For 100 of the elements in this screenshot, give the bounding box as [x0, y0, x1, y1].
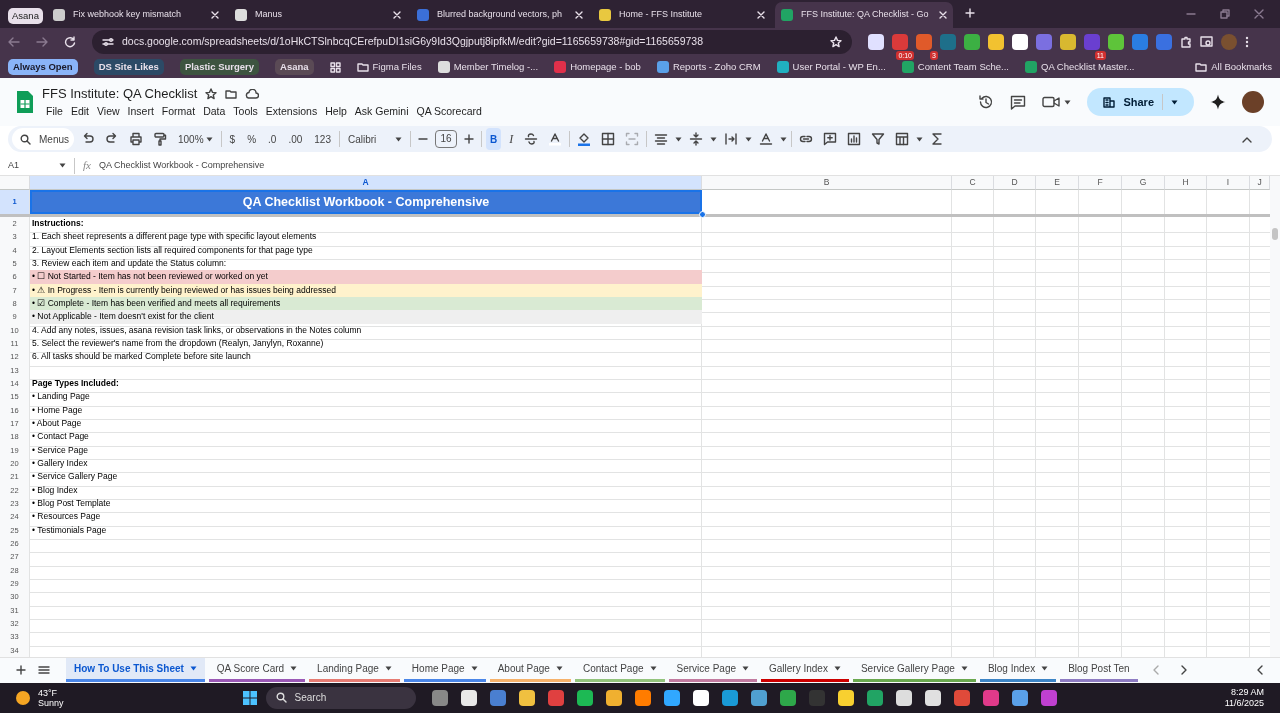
clock-time[interactable]: 8:29 AM	[1230, 686, 1264, 698]
browser-tab[interactable]: FFS Institute: QA Checklist - Go	[774, 2, 953, 28]
caret-icon[interactable]	[1064, 99, 1072, 105]
scroll-right-icon[interactable]	[1179, 665, 1188, 676]
document-title[interactable]: FFS Institute: QA Checklist	[42, 84, 198, 104]
tab-group-chip[interactable]: Asana	[8, 7, 43, 24]
bookmark-group[interactable]: Asana	[275, 58, 314, 76]
number-format-button[interactable]: 123	[310, 128, 335, 150]
redo-icon[interactable]	[105, 132, 119, 146]
caret-icon[interactable]	[780, 136, 788, 142]
sun-icon[interactable]	[16, 690, 30, 705]
sheets-logo-icon[interactable]	[16, 90, 34, 114]
caret-icon[interactable]	[916, 136, 924, 142]
app-icon[interactable]	[895, 689, 912, 706]
side-panel-icon[interactable]	[1256, 665, 1264, 676]
scrollbar-thumb[interactable]	[1272, 228, 1278, 240]
fill-color-icon[interactable]	[577, 132, 592, 146]
chart-icon[interactable]	[847, 132, 862, 146]
bookmark-link[interactable]: User Portal - WP En...	[792, 59, 886, 75]
app-icon[interactable]	[837, 689, 854, 706]
add-comment-icon[interactable]	[823, 132, 838, 146]
font-dropdown[interactable]: Calibri	[344, 128, 406, 150]
app-icon[interactable]	[605, 689, 622, 706]
font-size-field[interactable]: 16	[435, 130, 457, 148]
italic-button[interactable]: I	[505, 128, 518, 150]
menu-item[interactable]: View	[93, 103, 124, 120]
clock-date[interactable]: 11/6/2025	[1224, 697, 1264, 709]
all-bookmarks-link[interactable]: All Bookmarks	[1211, 59, 1272, 75]
site-settings-icon[interactable]	[102, 36, 114, 48]
app-icon[interactable]	[692, 689, 709, 706]
app-icon[interactable]	[663, 689, 680, 706]
caret-icon[interactable]	[745, 136, 753, 142]
collapse-icon[interactable]	[1242, 135, 1252, 143]
caret-icon[interactable]	[470, 666, 478, 672]
paint-format-icon[interactable]	[153, 132, 167, 146]
app-icon[interactable]	[518, 689, 535, 706]
back-arrow-icon[interactable]	[8, 36, 20, 48]
caret-icon[interactable]	[205, 136, 213, 142]
menu-item[interactable]: Help	[321, 103, 351, 120]
caret-icon[interactable]	[710, 136, 718, 142]
profile-avatar[interactable]	[1242, 91, 1264, 113]
windows-logo-icon[interactable]	[241, 689, 258, 706]
menu-item[interactable]: Edit	[66, 103, 93, 120]
star-icon[interactable]	[205, 88, 218, 101]
plus-icon[interactable]	[464, 134, 474, 144]
vertical-align-icon[interactable]	[689, 132, 704, 146]
bookmark-link[interactable]: Member Timelog -...	[453, 59, 539, 75]
caret-icon[interactable]	[290, 666, 298, 672]
borders-icon[interactable]	[601, 132, 616, 146]
restore-icon[interactable]	[1220, 9, 1230, 19]
extension-icon[interactable]	[1060, 34, 1076, 50]
fill-handle[interactable]	[699, 211, 706, 218]
app-icon[interactable]	[634, 689, 651, 706]
caret-icon[interactable]	[384, 666, 392, 672]
caret-icon[interactable]	[742, 666, 749, 672]
caret-icon[interactable]	[1171, 99, 1178, 105]
bookmark-group[interactable]: Plastic Surgery	[179, 58, 260, 76]
browser-tab[interactable]: Home - FFS Institute	[592, 2, 771, 28]
extension-icon[interactable]	[868, 34, 884, 50]
bookmark-link[interactable]: Content Team Sche...	[917, 59, 1009, 75]
forward-arrow-icon[interactable]	[36, 36, 48, 48]
currency-format-button[interactable]: $	[225, 128, 240, 150]
address-bar[interactable]: docs.google.com/spreadsheets/d/1oHkCTSlnbcqCErefpuDI1siG6y9Id3Qgjputj8ipfkM/edit?gid=1165659738#gid=1165659738	[92, 30, 852, 54]
name-box[interactable]: A1	[8, 158, 66, 173]
menu-item[interactable]: Data	[199, 103, 230, 120]
video-camera-icon[interactable]	[1042, 96, 1061, 108]
caret-icon[interactable]	[59, 163, 66, 168]
caret-icon[interactable]	[395, 136, 402, 142]
column-header[interactable]: A	[30, 176, 702, 190]
text-color-icon[interactable]	[548, 132, 563, 146]
sheet-list-icon[interactable]	[38, 665, 50, 676]
zoom-dropdown[interactable]: 100%	[174, 128, 217, 150]
folder-icon[interactable]	[1195, 62, 1208, 72]
extension-icon[interactable]	[988, 34, 1004, 50]
menu-item[interactable]: Insert	[123, 103, 158, 120]
bookmark-folder[interactable]: Figma Files	[372, 59, 422, 75]
kebab-menu-icon[interactable]	[1245, 36, 1249, 48]
app-icon[interactable]	[576, 689, 593, 706]
apps-grid-icon[interactable]	[329, 61, 341, 73]
caret-icon[interactable]	[960, 666, 968, 672]
menu-item[interactable]: Extensions	[261, 103, 322, 120]
extension-icon[interactable]	[1012, 34, 1028, 50]
app-icon[interactable]	[924, 689, 941, 706]
app-icon[interactable]	[1011, 689, 1028, 706]
print-icon[interactable]	[129, 132, 143, 146]
formula-input[interactable]: QA Checklist Workbook - Comprehensive	[98, 158, 265, 173]
browser-tab[interactable]: Fix webhook key mismatch	[46, 2, 225, 28]
menu-item[interactable]: Tools	[229, 103, 262, 120]
merge-cells-icon[interactable]	[625, 132, 640, 146]
caret-icon[interactable]	[833, 666, 841, 672]
caret-icon[interactable]	[1041, 666, 1049, 672]
bookmark-link[interactable]: QA Checklist Master...	[1041, 59, 1135, 75]
cloud-icon[interactable]	[245, 89, 260, 100]
share-button[interactable]: Share	[1087, 88, 1194, 116]
history-icon[interactable]	[978, 94, 995, 110]
extension-icon[interactable]	[1108, 34, 1124, 50]
menu-item[interactable]: Format	[157, 103, 200, 120]
plus-icon[interactable]	[16, 665, 26, 676]
menus-search-field[interactable]: Menus	[12, 128, 74, 150]
taskbar-search-field[interactable]: Search	[265, 686, 416, 709]
